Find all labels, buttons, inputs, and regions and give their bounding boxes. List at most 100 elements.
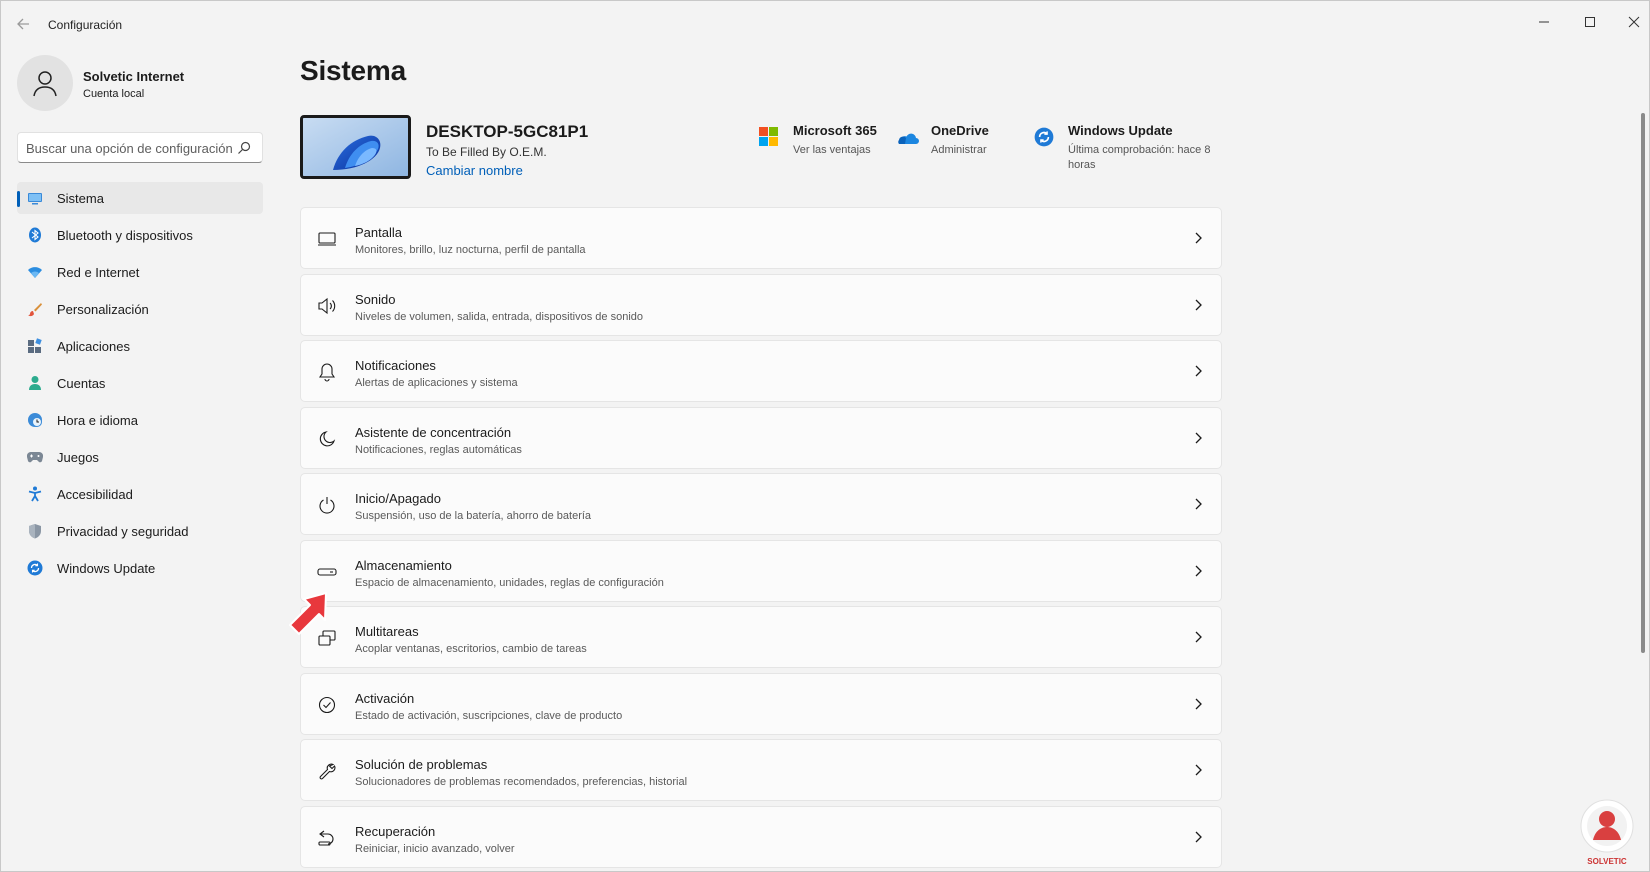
sidebar-item-label: Accesibilidad xyxy=(57,487,133,502)
sidebar-item-windows-update[interactable]: Windows Update xyxy=(17,552,263,584)
update-icon xyxy=(1034,127,1056,149)
gamepad-icon xyxy=(27,449,43,465)
device-wallpaper-thumbnail xyxy=(300,115,411,179)
onedrive-link[interactable]: OneDrive Administrar xyxy=(897,121,1017,171)
sidebar-item-label: Red e Internet xyxy=(57,265,140,280)
sidebar-item-label: Privacidad y seguridad xyxy=(57,524,189,539)
card-subtitle: Estado de activación, suscripciones, cla… xyxy=(355,709,623,722)
microsoft-365-link[interactable]: Microsoft 365 Ver las ventajas xyxy=(759,121,889,171)
chevron-right-icon xyxy=(1191,298,1205,312)
chevron-right-icon xyxy=(1191,364,1205,378)
sidebar-item-sistema[interactable]: Sistema xyxy=(17,182,263,214)
sidebar-item-red[interactable]: Red e Internet xyxy=(17,256,263,288)
back-arrow-icon[interactable] xyxy=(13,13,35,35)
apps-icon xyxy=(27,338,43,354)
windows-update-link[interactable]: Windows Update Última comprobación: hace… xyxy=(1034,121,1224,177)
recovery-icon xyxy=(317,828,337,848)
chevron-right-icon xyxy=(1191,431,1205,445)
card-title: Almacenamiento xyxy=(355,557,452,573)
check-circle-icon xyxy=(317,695,337,715)
display-icon xyxy=(317,229,337,249)
card-asistente-concentracion[interactable]: Asistente de concentración Notificacione… xyxy=(300,406,1222,469)
minimize-icon[interactable] xyxy=(1521,7,1567,37)
quick-link-subtitle: Última comprobación: hace 8 horas xyxy=(1068,144,1211,171)
profile-name: Solvetic Internet xyxy=(83,69,185,84)
rename-device-link[interactable]: Cambiar nombre xyxy=(426,163,523,178)
card-almacenamiento[interactable]: Almacenamiento Espacio de almacenamiento… xyxy=(300,539,1222,602)
search-input[interactable] xyxy=(26,138,236,158)
red-pointer-arrow-icon xyxy=(286,587,338,639)
sidebar-item-label: Bluetooth y dispositivos xyxy=(57,228,193,243)
card-title: Pantalla xyxy=(355,225,402,240)
chevron-right-icon xyxy=(1191,697,1205,711)
bluetooth-icon xyxy=(27,227,43,243)
card-subtitle: Niveles de volumen, salida, entrada, dis… xyxy=(355,310,643,323)
sidebar-item-label: Hora e idioma xyxy=(57,413,138,428)
sidebar-item-cuentas[interactable]: Cuentas xyxy=(17,367,263,399)
accessibility-icon xyxy=(27,486,43,502)
close-icon[interactable] xyxy=(1611,7,1650,37)
chevron-right-icon xyxy=(1191,763,1205,777)
card-pantalla[interactable]: Pantalla Monitores, brillo, luz nocturna… xyxy=(300,207,1222,269)
quick-link-title: Windows Update xyxy=(1068,123,1173,138)
card-title: Recuperación xyxy=(355,823,436,839)
card-sonido[interactable]: Sonido Niveles de volumen, salida, entra… xyxy=(300,273,1222,336)
storage-icon xyxy=(317,562,337,582)
sidebar-item-label: Sistema xyxy=(57,191,104,206)
sidebar-nav: Sistema Bluetooth y dispositivos Red e I… xyxy=(17,182,263,589)
chevron-right-icon xyxy=(1191,830,1205,844)
settings-list: Pantalla Monitores, brillo, luz nocturna… xyxy=(300,207,1222,872)
app-title: Configuración xyxy=(48,18,123,32)
sidebar-item-privacidad[interactable]: Privacidad y seguridad xyxy=(17,515,263,547)
sidebar-item-hora[interactable]: Hora e idioma xyxy=(17,404,263,436)
wrench-icon xyxy=(317,761,337,781)
sidebar-item-personalizacion[interactable]: Personalización xyxy=(17,293,263,325)
card-activacion[interactable]: Activación Estado de activación, suscrip… xyxy=(300,672,1222,735)
chevron-right-icon xyxy=(1191,497,1205,511)
card-inicio-apagado[interactable]: Inicio/Apagado Suspensión, uso de la bat… xyxy=(300,473,1222,535)
solvetic-logo-icon: SOLVETIC xyxy=(1574,796,1640,868)
settings-window: Configuración Solvetic Internet Cuenta l… xyxy=(0,0,1650,872)
card-multitareas[interactable]: Multitareas Acoplar ventanas, escritorio… xyxy=(300,606,1222,668)
card-recuperacion[interactable]: Recuperación Reiniciar, inicio avanzado,… xyxy=(300,805,1222,868)
watermark-text: SOLVETIC xyxy=(1587,857,1627,866)
system-icon xyxy=(27,190,43,206)
card-title: Asistente de concentración xyxy=(355,424,512,440)
sidebar-item-juegos[interactable]: Juegos xyxy=(17,441,263,473)
person-icon xyxy=(27,375,43,391)
card-subtitle: Suspensión, uso de la batería, ahorro de… xyxy=(355,510,592,522)
card-title: Inicio/Apagado xyxy=(355,491,442,506)
bell-icon xyxy=(317,362,337,382)
sidebar-item-label: Windows Update xyxy=(57,561,156,576)
maximize-icon[interactable] xyxy=(1567,7,1613,37)
sidebar-item-bluetooth[interactable]: Bluetooth y dispositivos xyxy=(17,219,263,251)
quick-link-title: OneDrive xyxy=(931,123,989,138)
scrollbar[interactable] xyxy=(1641,113,1645,653)
card-solucion-problemas[interactable]: Solución de problemas Solucionadores de … xyxy=(300,739,1222,801)
search-icon[interactable] xyxy=(236,140,252,156)
microsoft-logo-icon xyxy=(759,127,781,149)
card-subtitle: Reiniciar, inicio avanzado, volver xyxy=(355,842,515,855)
chevron-right-icon xyxy=(1191,564,1205,578)
chevron-right-icon xyxy=(1191,231,1205,245)
sidebar-item-aplicaciones[interactable]: Aplicaciones xyxy=(17,330,263,362)
speaker-icon xyxy=(317,296,337,316)
title-bar: Configuración xyxy=(1,1,1649,47)
avatar xyxy=(17,55,73,111)
sidebar-item-accesibilidad[interactable]: Accesibilidad xyxy=(17,478,263,510)
shield-icon xyxy=(27,523,43,539)
page-title: Sistema xyxy=(300,55,406,86)
profile-account-type: Cuenta local xyxy=(83,88,145,100)
sidebar-item-label: Cuentas xyxy=(57,376,106,391)
card-title: Notificaciones xyxy=(355,358,436,373)
user-profile[interactable]: Solvetic Internet Cuenta local xyxy=(17,55,257,111)
brush-icon xyxy=(27,301,43,317)
sidebar-item-label: Personalización xyxy=(57,302,149,317)
power-icon xyxy=(317,495,337,515)
card-notificaciones[interactable]: Notificaciones Alertas de aplicaciones y… xyxy=(300,340,1222,402)
quick-link-subtitle: Administrar xyxy=(931,144,987,156)
search-box[interactable] xyxy=(17,132,263,163)
card-subtitle: Espacio de almacenamiento, unidades, reg… xyxy=(355,576,664,589)
card-subtitle: Solucionadores de problemas recomendados… xyxy=(355,776,688,788)
chevron-right-icon xyxy=(1191,630,1205,644)
